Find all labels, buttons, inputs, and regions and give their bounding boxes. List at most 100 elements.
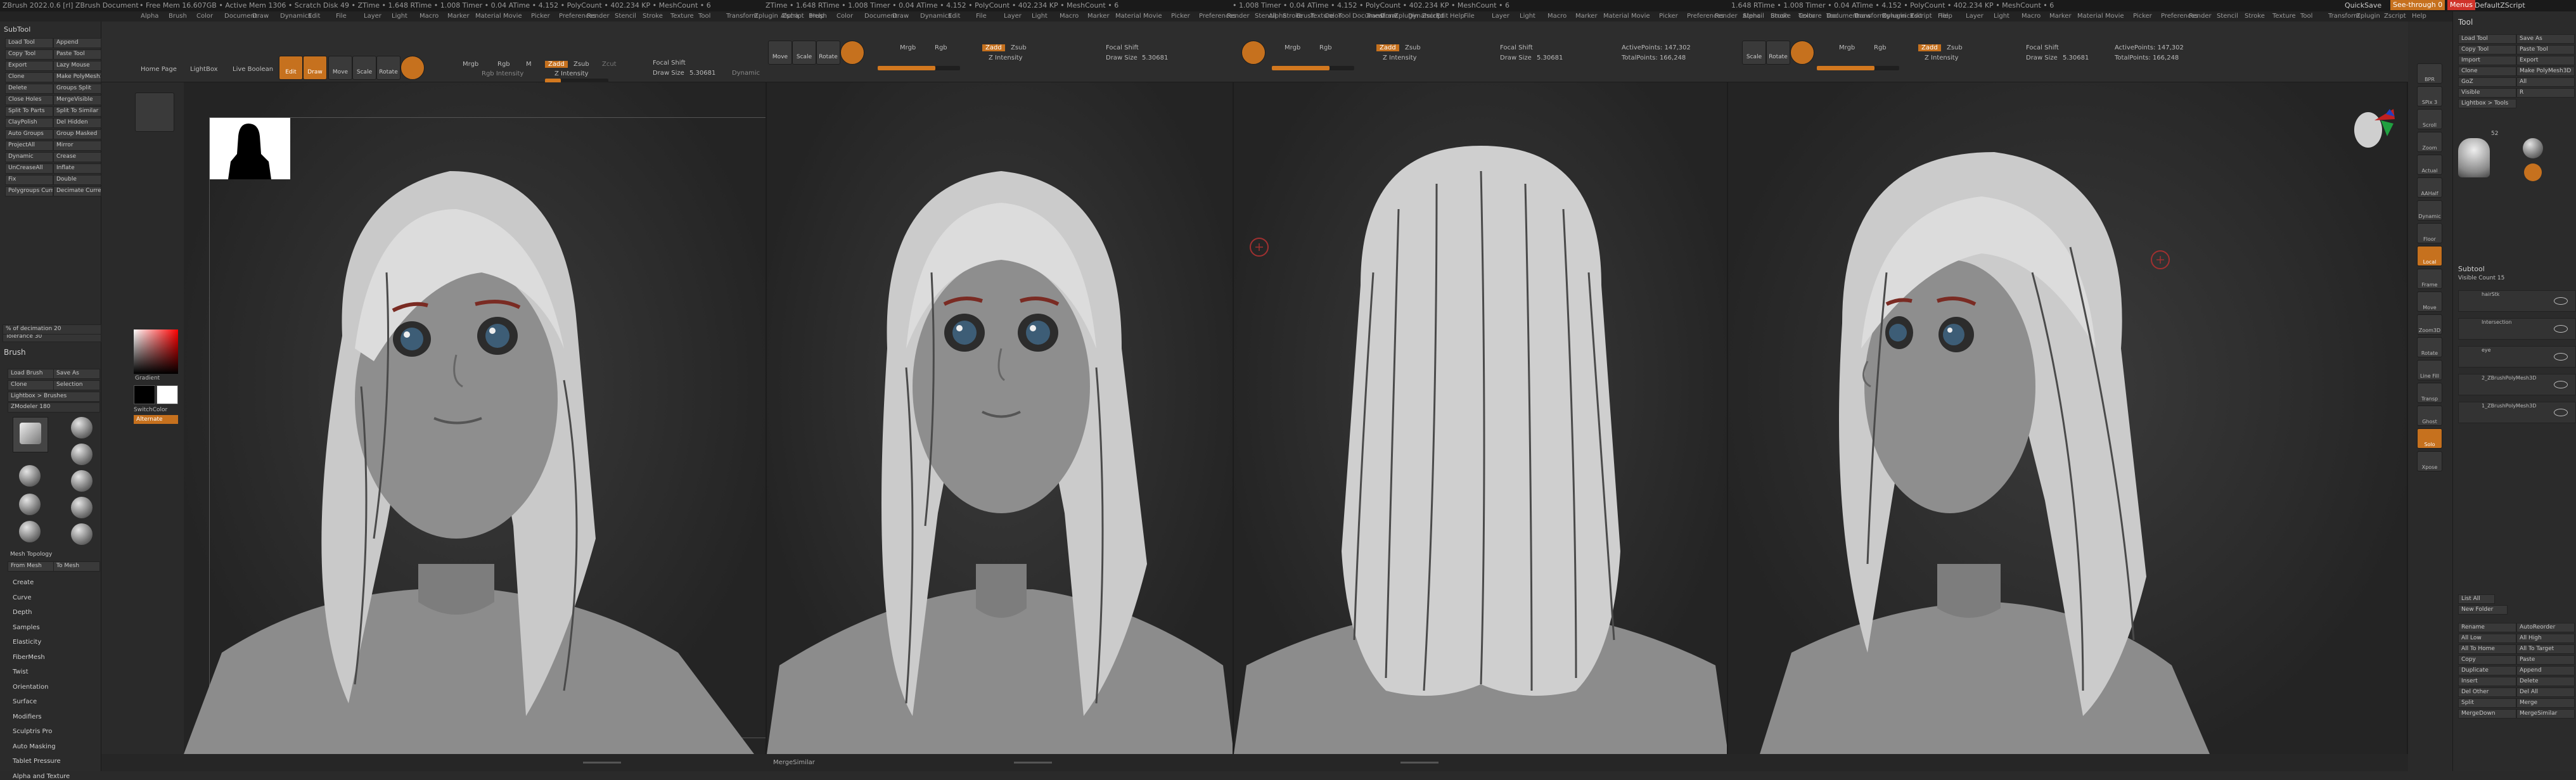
gizmo-button-4[interactable] [1790,41,1814,65]
draw-size-label-3[interactable]: Draw Size [1500,54,1532,61]
op-append[interactable]: Append [2516,666,2575,675]
menu-movie[interactable]: Movie [503,13,522,20]
secondary-color-swatch[interactable] [157,385,178,404]
left-btn-projectall[interactable]: ProjectAll [5,141,53,151]
left-btn-export[interactable]: Export [5,61,53,71]
right-btn-make-polymesh3d[interactable]: Make PolyMesh3D [2516,67,2575,76]
menu-edit-1[interactable]: Edit [948,13,960,20]
zsub-button[interactable]: Zsub [574,61,589,68]
move-button[interactable]: Move [328,56,352,80]
switch-color-button[interactable]: SwitchColor [134,407,167,413]
menu-dynamics[interactable]: Dynamics [280,13,311,20]
section-samples[interactable]: Samples [13,624,40,631]
rgb-button-3[interactable]: Rgb [1319,44,1332,51]
viewport-back[interactable] [1234,82,1728,754]
shelf-scroll[interactable]: Scroll [2417,109,2442,129]
menu-help-1[interactable]: Help [1450,13,1464,20]
right-btn-goz[interactable]: GoZ [2458,77,2516,87]
menu-alpha[interactable]: Alpha [141,13,158,20]
zmodeler-slider[interactable]: ZModeler 180 [8,402,100,412]
from-mesh-button[interactable]: From Mesh [8,561,54,572]
section-sculptris-pro[interactable]: Sculptris Pro [13,728,52,735]
menu-color-3[interactable]: Color [1798,13,1815,20]
eye-icon[interactable] [2554,381,2568,388]
right-btn-r[interactable]: R [2516,88,2575,98]
menu-brush-1[interactable]: Brush [809,13,827,20]
section-tablet-pressure[interactable]: Tablet Pressure [13,758,61,765]
left-btn-del-hidden[interactable]: Del Hidden [53,118,101,128]
menu-picker-1[interactable]: Picker [1171,13,1190,20]
clone-brush-button[interactable]: Clone [8,380,54,390]
shelf-aahalf[interactable]: AAHalf [2417,177,2442,198]
brush-thumb-standard[interactable] [19,465,41,487]
see-through-slider[interactable]: See-through 0 [2390,0,2445,10]
menu-picker-2[interactable]: Picker [1659,13,1678,20]
left-btn-inflate[interactable]: Inflate [53,163,101,174]
subtool-row[interactable]: 2_ZBrushPolyMesh3D [2458,374,2576,395]
current-brush-thumbnail[interactable] [13,417,48,452]
section-create[interactable]: Create [13,579,34,586]
save-as-button[interactable]: Save As [53,369,100,379]
menu-edit-3[interactable]: Edit [1910,13,1922,20]
op-del-other[interactable]: Del Other [2458,687,2516,697]
left-btn-groups-split[interactable]: Groups Split [53,84,101,94]
left-btn-load-tool[interactable]: Load Tool [5,38,53,48]
merge-similar-footer[interactable]: MergeSimilar [773,759,815,766]
op-merge[interactable]: Merge [2516,698,2575,708]
menu-macro-2[interactable]: Macro [1548,13,1567,20]
menu-movie-3[interactable]: Movie [2105,13,2124,20]
m-button[interactable]: M [526,61,532,68]
edit-button[interactable]: Edit [279,56,303,80]
menu-draw-1[interactable]: Draw [892,13,909,20]
shelf-line-fill-polyf[interactable]: Line Fill PolyF [2417,360,2442,411]
focal-shift-label-4[interactable]: Focal Shift [2026,44,2059,51]
zsub-button-4[interactable]: Zsub [1947,44,1963,51]
z-intensity-label-3[interactable]: Z Intensity [1383,54,1417,61]
scale-button-4[interactable]: Scale [1742,41,1766,65]
mrgb-button-2[interactable]: Mrgb [900,44,916,51]
brush-thumb-move[interactable] [71,470,93,492]
section-modifiers[interactable]: Modifiers [13,713,42,720]
left-btn-delete[interactable]: Delete [5,84,53,94]
draw-size-label[interactable]: Draw Size [653,70,684,77]
menu-render-3[interactable]: Render [2189,13,2212,20]
menu-color[interactable]: Color [196,13,213,20]
menu-file-1[interactable]: File [976,13,987,20]
menu-edit-2[interactable]: Edit [1436,13,1448,20]
mrgb-button-3[interactable]: Mrgb [1285,44,1300,51]
scroll-handle-2[interactable] [1014,762,1052,764]
zadd-button-4[interactable]: Zadd [1918,44,1941,51]
zsub-button-3[interactable]: Zsub [1405,44,1421,51]
menu-dynamics-3[interactable]: Dynamics [1882,13,1913,20]
new-folder-button[interactable]: New Folder [2458,605,2508,615]
op-copy[interactable]: Copy [2458,655,2516,665]
menu-stencil[interactable]: Stencil [615,13,636,20]
viewport-side[interactable] [1728,82,2408,754]
focal-shift-label-2[interactable]: Focal Shift [1106,44,1139,51]
shelf-frame[interactable]: Frame [2417,269,2442,289]
scale-button-2[interactable]: Scale [792,41,816,65]
op-delete[interactable]: Delete [2516,677,2575,686]
op-mergesimilar[interactable]: MergeSimilar [2516,709,2575,719]
menu-marker-2[interactable]: Marker [1575,13,1598,20]
mrgb-button-4[interactable]: Mrgb [1839,44,1855,51]
menu-macro[interactable]: Macro [420,13,439,20]
gizmo-button-3[interactable] [1241,41,1266,65]
menu-zplugin[interactable]: Zplugin [754,13,778,20]
left-btn-append[interactable]: Append [53,38,101,48]
zadd-button[interactable]: Zadd [545,61,568,68]
menu-render[interactable]: Render [587,13,610,20]
subtool-row[interactable]: Intersection [2458,318,2576,340]
eye-icon[interactable] [2554,353,2568,361]
menu-draw-3[interactable]: Draw [1854,13,1871,20]
op-del-all[interactable]: Del All [2516,687,2575,697]
menu-light-1[interactable]: Light [1032,13,1048,20]
alternate-button[interactable]: Alternate [134,415,178,424]
zcut-button[interactable]: Zcut [602,61,617,68]
draw-button[interactable]: Draw [303,56,327,80]
op-split[interactable]: Split [2458,698,2516,708]
menu-material-3[interactable]: Material [2077,13,2103,20]
menu-marker-1[interactable]: Marker [1087,13,1110,20]
right-btn-import[interactable]: Import [2458,56,2516,65]
menu-material-2[interactable]: Material [1603,13,1629,20]
